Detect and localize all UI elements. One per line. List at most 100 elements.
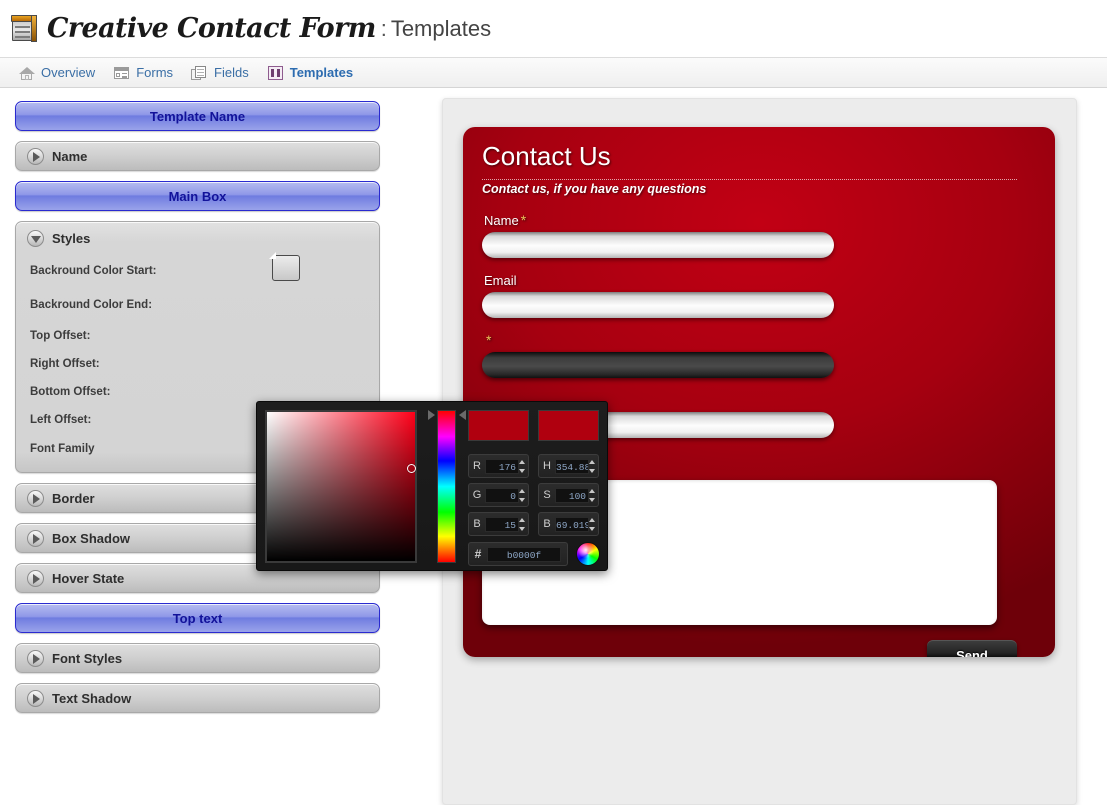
app-header: Creative Contact Form : Templates — [0, 0, 1107, 57]
color-field-g[interactable]: G 0 — [468, 483, 529, 507]
tab-templates-label: Templates — [289, 65, 354, 80]
chevron-right-icon — [27, 489, 44, 507]
form-field-email-label: Email — [484, 273, 517, 288]
spinner-b-rgb-icon[interactable] — [519, 518, 525, 531]
tab-overview-label: Overview — [41, 65, 96, 80]
main-navigation: Overview Forms Fields Templates — [0, 57, 1107, 88]
tab-forms[interactable]: Forms — [113, 58, 173, 87]
send-button-label: Send — [956, 648, 988, 657]
chevron-right-icon — [27, 147, 44, 165]
field-bg-color-end-label: Backround Color End: — [30, 299, 153, 311]
contact-form-box-icon — [10, 14, 40, 44]
form-field-three-input[interactable] — [482, 352, 834, 378]
accordion-name-header[interactable]: Name — [16, 142, 379, 170]
required-asterisk: * — [486, 332, 492, 348]
accordion-text-shadow-label: Text Shadow — [52, 690, 132, 706]
color-field-b-rgb-input[interactable]: 15 — [485, 516, 519, 532]
accordion-styles-header[interactable]: Styles — [16, 222, 379, 254]
contact-form-preview: Contact Us Contact us, if you have any q… — [463, 127, 1055, 657]
section-title-top-text[interactable]: Top text — [15, 603, 380, 633]
color-field-r-input[interactable]: 176 — [485, 458, 519, 474]
spinner-s-icon[interactable] — [589, 489, 595, 502]
chevron-right-icon — [27, 649, 44, 667]
spinner-b-hsb-icon[interactable] — [589, 518, 595, 531]
accordion-name[interactable]: Name — [15, 141, 380, 171]
templates-icon — [267, 65, 284, 81]
section-title-label: Template Name — [149, 108, 246, 124]
tab-templates[interactable]: Templates — [267, 58, 353, 87]
color-field-b-hsb-input[interactable]: 69.019 — [555, 516, 589, 532]
color-preview-new[interactable] — [468, 410, 529, 441]
color-field-b-hsb[interactable]: B 69.019 — [538, 512, 599, 536]
spinner-r-icon[interactable] — [519, 460, 525, 473]
hex-label: # — [474, 547, 482, 561]
color-field-g-input[interactable]: 0 — [485, 487, 519, 503]
chevron-right-icon — [27, 529, 44, 547]
color-field-b-hsb-label: B — [543, 518, 551, 530]
field-bottom-offset-label: Bottom Offset: — [30, 386, 111, 398]
color-field-h[interactable]: H 354.88 — [538, 454, 599, 478]
field-right-offset: Right Offset: — [30, 350, 365, 378]
tab-overview[interactable]: Overview — [18, 58, 95, 87]
color-wheel-icon[interactable] — [576, 542, 600, 566]
spinner-h-icon[interactable] — [589, 460, 595, 473]
bg-color-start-swatch-button[interactable] — [272, 255, 300, 281]
color-field-r-label: R — [473, 460, 481, 472]
accordion-hover-state-label: Hover State — [52, 570, 125, 586]
home-icon — [18, 65, 35, 81]
hex-color-field[interactable]: # b0000f — [468, 542, 568, 566]
accordion-box-shadow-label: Box Shadow — [52, 530, 131, 546]
field-top-offset-label: Top Offset: — [30, 330, 91, 342]
form-field-three-label: * — [484, 332, 834, 348]
form-field-email-input[interactable] — [482, 292, 834, 318]
saturation-value-area[interactable] — [265, 410, 417, 563]
chevron-right-icon — [27, 569, 44, 587]
color-field-s[interactable]: S 100 — [538, 483, 599, 507]
color-field-h-input[interactable]: 354.88 — [555, 458, 589, 474]
field-left-offset-label: Left Offset: — [30, 414, 92, 426]
forms-icon — [113, 65, 130, 81]
hue-slider[interactable] — [437, 410, 456, 563]
tab-fields[interactable]: Fields — [191, 58, 249, 87]
chevron-right-icon — [27, 689, 44, 707]
form-field-name: Name * — [482, 212, 834, 258]
section-title-template-name[interactable]: Template Name — [15, 101, 380, 131]
color-field-h-label: H — [543, 460, 551, 472]
fields-icon — [191, 65, 208, 81]
spinner-g-icon[interactable] — [519, 489, 525, 502]
color-field-s-input[interactable]: 100 — [555, 487, 589, 503]
hue-marker-right-icon — [459, 410, 466, 420]
tab-fields-label: Fields — [214, 65, 249, 80]
color-field-b-rgb[interactable]: B 15 — [468, 512, 529, 536]
form-field-email: Email — [482, 272, 834, 318]
section-title-label: Main Box — [168, 188, 227, 204]
accordion-font-styles-label: Font Styles — [52, 650, 123, 666]
form-title: Contact Us — [482, 141, 611, 171]
form-field-name-input[interactable] — [482, 232, 834, 258]
field-bg-color-end: Backround Color End: — [30, 288, 365, 322]
color-field-b-rgb-label: B — [473, 518, 481, 530]
accordion-font-styles-header[interactable]: Font Styles — [16, 644, 379, 672]
accordion-text-shadow-header[interactable]: Text Shadow — [16, 684, 379, 712]
page-title: Templates — [390, 15, 492, 41]
color-field-r[interactable]: R 176 — [468, 454, 529, 478]
sv-cursor-handle[interactable] — [407, 464, 416, 473]
color-picker-popup[interactable]: R 176 G 0 B 15 H 354.88 S 100 B 69.019 #… — [256, 401, 608, 571]
section-title-main-box[interactable]: Main Box — [15, 181, 380, 211]
accordion-styles-label: Styles — [52, 230, 91, 246]
accordion-text-shadow[interactable]: Text Shadow — [15, 683, 380, 713]
color-field-g-label: G — [472, 489, 482, 501]
send-button[interactable]: Send — [927, 640, 1017, 657]
color-field-s-label: S — [543, 489, 551, 501]
hex-input[interactable]: b0000f — [487, 546, 561, 562]
title-separator: : — [380, 15, 387, 41]
section-title-label: Top text — [172, 610, 223, 626]
color-preview-current[interactable] — [538, 410, 599, 441]
required-asterisk: * — [520, 212, 527, 228]
field-font-family-label: Font Family — [30, 443, 95, 455]
chevron-down-icon — [27, 229, 44, 247]
accordion-font-styles[interactable]: Font Styles — [15, 643, 380, 673]
accordion-name-label: Name — [52, 148, 88, 164]
app-title: Creative Contact Form — [47, 13, 376, 44]
field-bg-color-start-label: Backround Color Start: — [30, 265, 157, 277]
